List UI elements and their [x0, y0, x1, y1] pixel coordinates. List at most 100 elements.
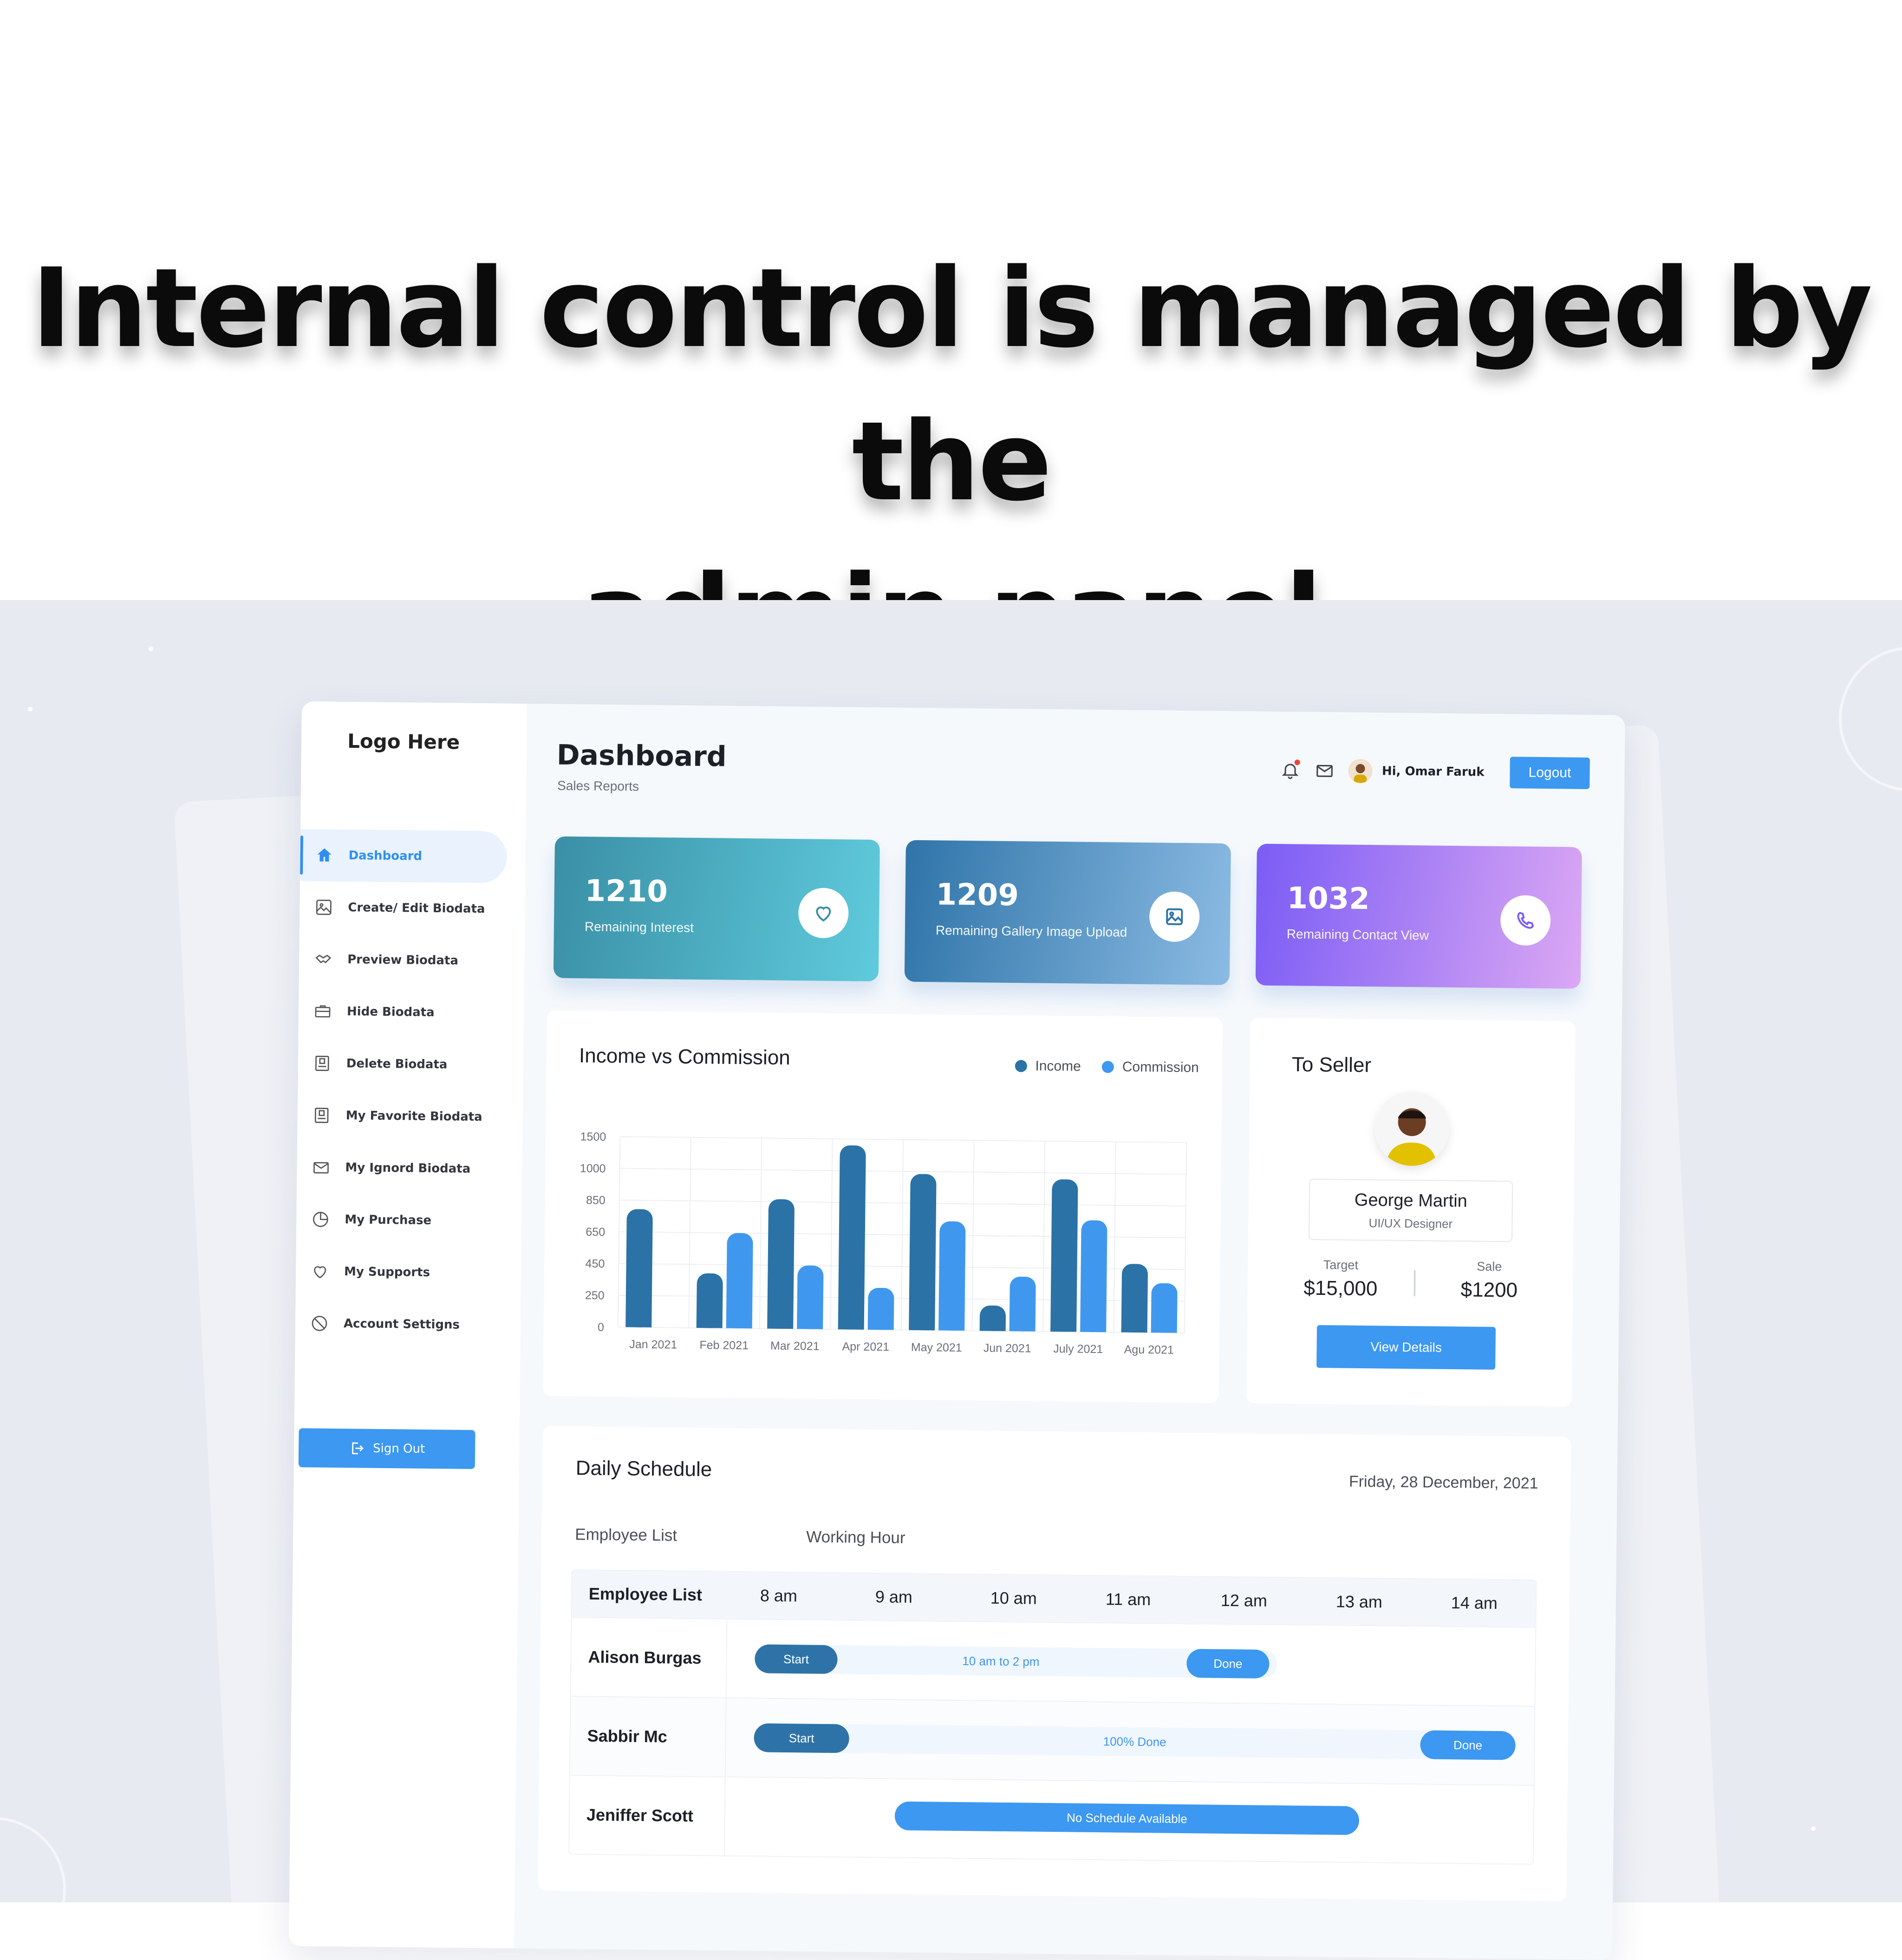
briefcase-icon: [313, 1001, 333, 1021]
document-icon: [312, 1053, 332, 1073]
hour-header: 8 am: [760, 1586, 798, 1606]
sale-value: $1200: [1460, 1278, 1518, 1302]
table-row: Alison Burgas Start 10 am to 2 pm Done: [571, 1617, 1536, 1706]
y-tick-label: 850: [586, 1194, 606, 1207]
hour-header: 9 am: [875, 1587, 913, 1607]
stat-label: Remaining Interest: [584, 919, 694, 935]
stat-value: 1209: [936, 877, 1019, 913]
sidebar-item-label: Account Settigns: [343, 1317, 460, 1332]
bar-base: [767, 1318, 794, 1329]
document-icon: [311, 1105, 332, 1125]
background-ring: [0, 1817, 66, 1902]
done-button[interactable]: Done: [1420, 1730, 1516, 1760]
stat-card-gallery[interactable]: 1209 Remaining Gallery Image Upload: [904, 840, 1231, 985]
done-button[interactable]: Done: [1186, 1649, 1270, 1679]
start-button[interactable]: Start: [755, 1644, 838, 1674]
hour-header: 12 am: [1220, 1590, 1268, 1610]
schedule-range: 10 am to 2 pm: [962, 1653, 1040, 1669]
background-ring: [1839, 647, 1902, 791]
working-hour-label: Working Hour: [806, 1528, 905, 1547]
employee-name: Sabbir Mc: [570, 1697, 727, 1777]
sidebar-item-label: Dashboard: [348, 849, 423, 863]
stat-label: Remaining Gallery Image Upload: [935, 923, 1127, 940]
sign-out-button[interactable]: Sign Out: [298, 1428, 476, 1469]
hour-header: 10 am: [990, 1588, 1037, 1608]
headline-line-1: Internal control is managed by the: [31, 245, 1872, 525]
sidebar-item-label: My Ignord Biodata: [345, 1161, 471, 1176]
sidebar-item-label: My Favorite Biodata: [345, 1109, 482, 1124]
chart-legend: Income Commission: [994, 1058, 1199, 1076]
y-tick-label: 250: [585, 1289, 605, 1302]
sidebar-item-preview-biodata[interactable]: Preview Biodata: [299, 933, 525, 987]
y-tick-label: 450: [585, 1257, 605, 1270]
seller-name: George Martin: [1354, 1190, 1468, 1211]
x-tick-label: Jun 2021: [984, 1341, 1031, 1355]
heart-icon: [310, 1261, 330, 1281]
stat-card-contact[interactable]: 1032 Remaining Contact View: [1255, 843, 1582, 989]
y-tick-label: 650: [586, 1225, 605, 1238]
view-details-button[interactable]: View Details: [1316, 1325, 1496, 1370]
header-employee: Employee List: [588, 1584, 703, 1605]
sidebar-item-account-settigns[interactable]: Account Settigns: [295, 1297, 521, 1352]
sidebar-item-my-supports[interactable]: My Supports: [296, 1245, 521, 1300]
sign-out-label: Sign Out: [372, 1441, 425, 1456]
sidebar-item-create-edit-biodata[interactable]: Create/ Edit Biodata: [300, 881, 525, 935]
user-greeting: Hi, Omar Faruk: [1381, 764, 1485, 779]
seller-avatar: [1374, 1091, 1450, 1166]
bar-base: [979, 1320, 1006, 1331]
background-dot: [1811, 1826, 1816, 1831]
x-tick-label: Agu 2021: [1124, 1343, 1174, 1357]
x-tick-label: Feb 2021: [699, 1339, 749, 1352]
bar-base: [938, 1320, 965, 1331]
seller-info: George Martin UI/UX Designer: [1308, 1178, 1513, 1242]
hour-header: 13 am: [1335, 1592, 1383, 1612]
sidebar-item-my-favorite-biodata[interactable]: My Favorite Biodata: [297, 1089, 523, 1143]
sidebar-item-hide-biodata[interactable]: Hide Biodata: [298, 985, 524, 1039]
mail-icon[interactable]: [1314, 760, 1335, 781]
bar-chart: 1500 1000 850 650 450 250 0 Jan 2021 Feb 2021 Mar…: [580, 1130, 1187, 1357]
seller-card: To Seller George Martin UI/UX Designer T…: [1246, 1018, 1576, 1407]
logout-button[interactable]: Logout: [1510, 757, 1590, 790]
logo[interactable]: Logo Here: [301, 729, 506, 754]
bar-base: [1050, 1321, 1077, 1332]
chart-title: Income vs Commission: [579, 1044, 791, 1070]
background-dot: [149, 647, 153, 651]
bar-base: [696, 1317, 723, 1328]
bar-base: [838, 1319, 864, 1330]
sidebar-item-my-ignord-biodata[interactable]: My Ignord Biodata: [297, 1141, 522, 1196]
bar-income: [625, 1209, 653, 1327]
sign-out-icon: [352, 1442, 364, 1455]
seller-divider: [1413, 1270, 1416, 1297]
admin-panel: Logo Here Dashboard Create/ Edit Biodata P…: [288, 701, 1625, 1960]
bar-base: [797, 1319, 823, 1329]
bar-commission: [938, 1221, 966, 1331]
table-row: Jeniffer Scott No Schedule Available: [569, 1775, 1534, 1864]
bar-base: [625, 1317, 652, 1327]
schedule-date: Friday, 28 December, 2021: [1348, 1472, 1538, 1492]
sidebar-item-label: Delete Biodata: [346, 1057, 448, 1072]
bar-base: [726, 1318, 752, 1329]
mail-icon: [311, 1157, 331, 1177]
heart-icon: [798, 888, 849, 939]
start-button[interactable]: Start: [754, 1723, 850, 1753]
bell-icon[interactable]: [1280, 759, 1301, 781]
avatar[interactable]: [1348, 758, 1373, 784]
sidebar-item-label: Preview Biodata: [347, 953, 459, 968]
bar-income: [767, 1199, 795, 1329]
background-dot: [28, 707, 33, 712]
sidebar-item-dashboard[interactable]: Dashboard: [300, 829, 508, 883]
stat-value: 1032: [1287, 881, 1370, 917]
bar-commission: [1080, 1220, 1107, 1332]
sidebar-item-my-purchase[interactable]: My Purchase: [296, 1193, 522, 1248]
sidebar-item-label: Hide Biodata: [346, 1005, 435, 1020]
page-subtitle: Sales Reports: [557, 778, 639, 794]
schedule-title: Daily Schedule: [575, 1457, 712, 1481]
legend-swatch: [1101, 1061, 1114, 1073]
daily-schedule-card: Daily Schedule Friday, 28 December, 2021…: [538, 1426, 1571, 1901]
sidebar-item-delete-biodata[interactable]: Delete Biodata: [298, 1037, 523, 1091]
stat-card-interest[interactable]: 1210 Remaining Interest: [553, 836, 880, 982]
phone-icon: [1500, 895, 1551, 946]
seller-role: UI/UX Designer: [1368, 1216, 1453, 1231]
stat-label: Remaining Contact View: [1286, 927, 1429, 943]
bar-base: [867, 1319, 894, 1330]
